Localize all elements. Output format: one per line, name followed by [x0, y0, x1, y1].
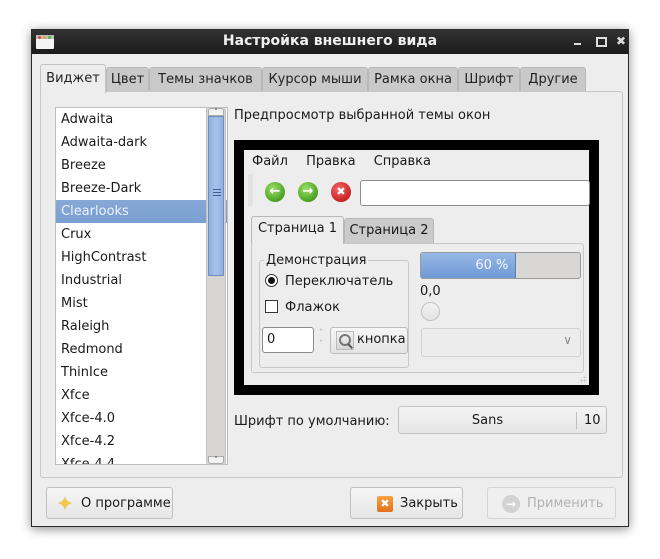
checkbox-unchecked-icon — [265, 300, 278, 313]
list-item[interactable]: Mist — [56, 292, 227, 315]
preview-menu-edit[interactable]: Правка — [306, 154, 355, 169]
about-button-label: О программе — [81, 496, 171, 511]
list-item[interactable]: Xfce — [56, 384, 227, 407]
apply-button[interactable]: → Применить — [487, 487, 616, 519]
stop-icon[interactable] — [331, 182, 351, 202]
preview-tab-page-1[interactable]: Страница 1 — [251, 216, 344, 244]
demo-button-label: кнопка — [357, 332, 406, 347]
list-item[interactable]: Industrial — [56, 269, 227, 292]
list-item-selected[interactable]: Clearlooks — [56, 200, 227, 223]
radio-label: Переключатель — [285, 274, 394, 289]
close-icon: ✖ — [377, 496, 393, 512]
demo-button[interactable]: кнопка — [330, 327, 408, 354]
demo-combobox[interactable]: ∨ — [421, 328, 581, 357]
close-button[interactable]: ✖ Закрыть — [350, 487, 463, 519]
preview-menu-help[interactable]: Справка — [374, 154, 431, 169]
list-item[interactable]: HighContrast — [56, 246, 227, 269]
theme-preview-frame: Файл Правка Справка Страница 1 Страница … — [234, 140, 599, 395]
spin-down-icon[interactable]: ˅ — [316, 338, 326, 349]
scrollbar-thumb[interactable] — [208, 116, 224, 276]
chevron-down-icon: ∨ — [563, 333, 572, 347]
theme-list-scrollbar[interactable]: ˄ ˅ — [206, 107, 226, 465]
resize-grip-icon[interactable] — [577, 373, 587, 383]
magnifier-icon — [336, 331, 354, 350]
close-window-button[interactable]: ✖ — [614, 34, 628, 48]
list-item[interactable]: Xfce-4.4 — [56, 453, 227, 464]
preview-menu-file[interactable]: Файл — [252, 154, 288, 169]
progress-text: 60 % — [475, 258, 509, 273]
apply-icon: → — [502, 495, 520, 513]
preview-label: Предпросмотр выбранной темы окон — [234, 108, 491, 123]
list-item[interactable]: Xfce-4.0 — [56, 407, 227, 430]
minimize-button[interactable] — [571, 34, 585, 48]
title-bar[interactable]: Настройка внешнего вида ✖ — [32, 30, 628, 54]
scale-slider-knob[interactable] — [421, 302, 440, 321]
preview-entry[interactable] — [360, 180, 590, 206]
preview-menubar: Файл Правка Справка — [252, 154, 445, 169]
maximize-button[interactable] — [593, 34, 607, 48]
toolbar-grip[interactable] — [248, 174, 253, 206]
list-item[interactable]: ThinIce — [56, 361, 227, 384]
list-item[interactable]: Crux — [56, 223, 227, 246]
tab-window-border[interactable]: Рамка окна — [368, 67, 458, 92]
spin-up-icon[interactable]: ˄ — [316, 327, 326, 338]
close-button-label: Закрыть — [400, 496, 458, 511]
scroll-up-button[interactable]: ˄ — [208, 108, 224, 116]
font-separator — [576, 412, 577, 429]
theme-preview: Файл Правка Справка Страница 1 Страница … — [244, 150, 590, 385]
tab-font[interactable]: Шрифт — [458, 67, 520, 92]
radio-checked-icon — [265, 274, 278, 287]
demo-checkbox[interactable]: Флажок — [265, 300, 340, 315]
about-button[interactable]: ✦ О программе — [46, 487, 173, 519]
scale-value: 0,0 — [420, 284, 441, 299]
list-item[interactable]: Breeze — [56, 154, 227, 177]
default-font-label: Шрифт по умолчанию: — [234, 414, 390, 429]
list-item[interactable]: Xfce-4.2 — [56, 430, 227, 453]
list-item[interactable]: Raleigh — [56, 315, 227, 338]
preview-tab-panel: Демонстрация Переключатель Флажок 0 ˄ ˅ — [251, 243, 584, 373]
demo-progress-bar: 60 % — [420, 252, 581, 279]
demo-radio[interactable]: Переключатель — [265, 274, 393, 289]
spin-arrows[interactable]: ˄ ˅ — [316, 327, 326, 353]
font-name: Sans — [471, 413, 504, 428]
apply-button-label: Применить — [527, 496, 604, 511]
list-item[interactable]: Adwaita — [56, 108, 227, 131]
demo-spin-input[interactable]: 0 — [262, 327, 314, 353]
list-item[interactable]: Redmond — [56, 338, 227, 361]
tab-other[interactable]: Другие — [520, 67, 586, 92]
font-size: 10 — [584, 413, 601, 428]
list-item[interactable]: Adwaita-dark — [56, 131, 227, 154]
checkbox-label: Флажок — [285, 300, 340, 315]
tab-icon-themes[interactable]: Темы значков — [149, 67, 262, 92]
scroll-down-button[interactable]: ˅ — [208, 456, 224, 464]
preview-tab-page-2[interactable]: Страница 2 — [344, 218, 434, 243]
forward-icon[interactable] — [298, 182, 318, 202]
star-icon: ✦ — [57, 493, 73, 515]
font-chooser-button[interactable]: Sans 10 — [398, 406, 607, 434]
demo-group: Демонстрация Переключатель Флажок 0 ˄ ˅ — [259, 253, 409, 368]
back-icon[interactable] — [265, 182, 285, 202]
tab-widget[interactable]: Виджет — [40, 64, 106, 93]
list-item[interactable]: Breeze-Dark — [56, 177, 227, 200]
appearance-settings-window: Настройка внешнего вида ✖ Виджет Цвет Те… — [31, 29, 629, 527]
theme-list[interactable]: Adwaita Adwaita-dark Breeze Breeze-Dark … — [55, 107, 228, 465]
tab-mouse-cursor[interactable]: Курсор мыши — [262, 67, 368, 92]
demo-group-label: Демонстрация — [264, 253, 369, 268]
grip-icon — [213, 189, 221, 196]
window-title: Настройка внешнего вида — [222, 33, 438, 49]
tab-color[interactable]: Цвет — [106, 67, 149, 92]
